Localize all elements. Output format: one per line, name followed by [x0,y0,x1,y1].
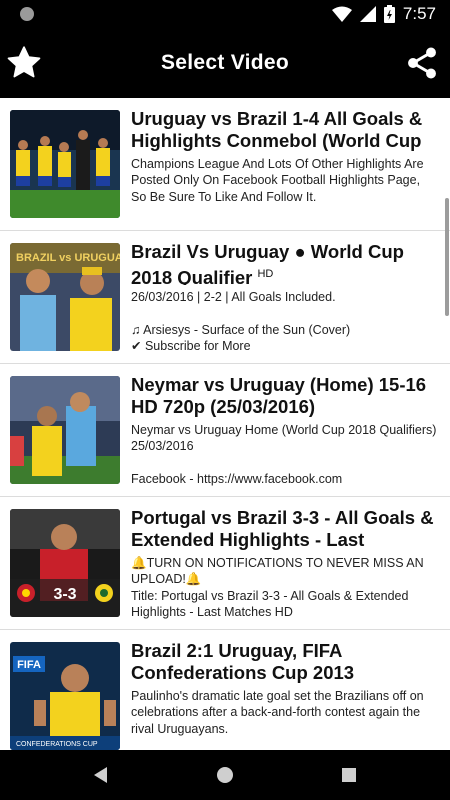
signal-icon [359,6,376,22]
video-list[interactable]: Uruguay vs Brazil 1-4 All Goals & Highli… [0,98,450,750]
wifi-icon [331,6,352,22]
thumbnail-text: BRAZIL vs URUGUAY [16,252,120,264]
video-thumbnail[interactable]: FIFA CONFEDERATIONS CUP [10,642,120,750]
app-bar: Select Video [0,28,450,98]
home-icon[interactable] [217,767,233,783]
navigation-bar [0,750,450,800]
thumbnail-caption: CONFEDERATIONS CUP [16,741,98,748]
video-list-item[interactable]: Uruguay vs Brazil 1-4 All Goals & Highli… [0,98,450,231]
back-icon[interactable] [94,767,108,783]
clock: 7:57 [402,4,436,23]
video-description: Neymar vs Uruguay Home (World Cup 2018 Q… [131,423,437,487]
video-list-item[interactable]: FIFA CONFEDERATIONS CUP Brazil 2:1 Urugu… [0,630,450,750]
video-list-item[interactable]: Neymar vs Uruguay (Home) 15-16 HD 720p (… [0,364,450,497]
score-text: 3-3 [53,586,76,603]
video-description: 🔔TURN ON NOTIFICATIONS TO NEVER MISS AN … [131,556,424,620]
video-list-item[interactable]: 3-3 Portugal vs Brazil 3-3 - All Goals &… [0,497,450,630]
video-thumbnail[interactable] [10,110,120,218]
page-title: Select Video [160,51,290,74]
video-title[interactable]: Uruguay vs Brazil 1-4 All Goals & Highli… [131,108,437,152]
notification-icon [20,7,34,21]
video-title[interactable]: Portugal vs Brazil 3-3 - All Goals & Ext… [131,507,437,551]
battery-icon [383,5,395,23]
video-title[interactable]: Brazil Vs Uruguay ● World Cup 2018 Quali… [131,241,437,285]
status-icons: 7:57 [331,3,436,25]
scrollbar[interactable] [445,198,449,316]
video-description: Paulinho's dramatic late goal set the Br… [131,689,424,736]
status-bar: 7:57 [0,0,450,28]
video-thumbnail[interactable] [10,376,120,484]
video-description: 26/03/2016 | 2-2 | All Goals Included. ♫… [131,290,351,354]
video-thumbnail[interactable]: 3-3 [10,509,120,617]
video-description: Champions League And Lots Of Other Highl… [131,157,424,204]
share-button[interactable] [404,45,440,81]
video-thumbnail[interactable]: BRAZIL vs URUGUAY [10,243,120,351]
video-title[interactable]: Brazil 2:1 Uruguay, FIFA Confederations … [131,640,437,684]
video-list-item[interactable]: BRAZIL vs URUGUAY Brazil Vs Uruguay ● Wo… [0,231,450,364]
recents-icon[interactable] [342,768,356,782]
fifa-logo: FIFA [17,659,41,671]
video-title[interactable]: Neymar vs Uruguay (Home) 15-16 HD 720p (… [131,374,437,418]
share-icon [408,47,436,79]
